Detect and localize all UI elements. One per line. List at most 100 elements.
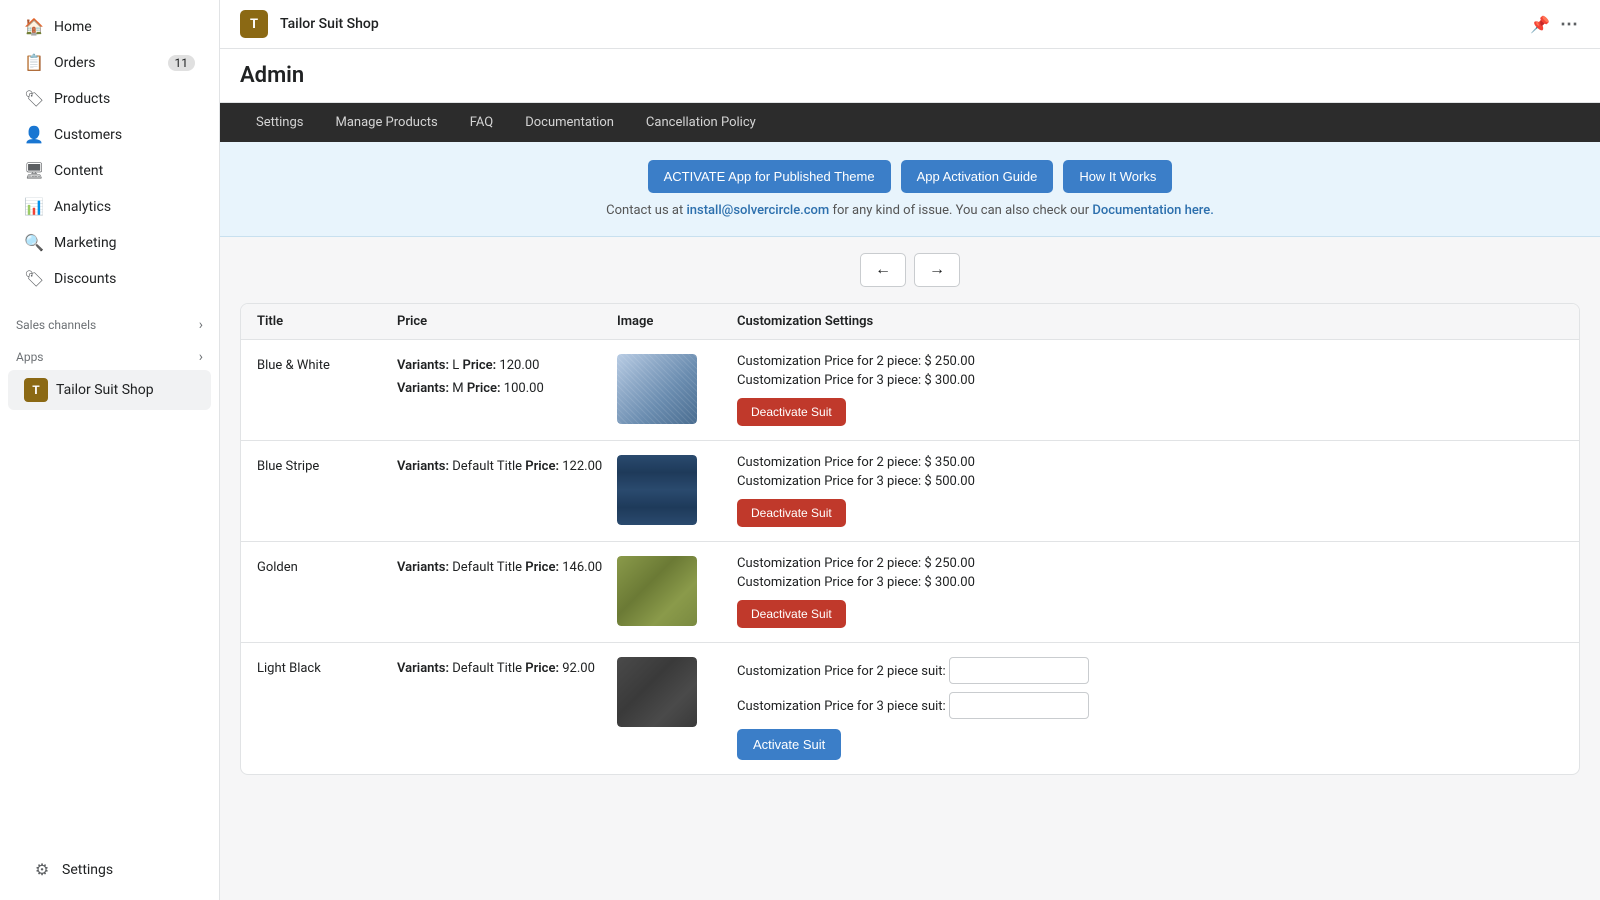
- pagination-bar: ← →: [220, 237, 1600, 303]
- sidebar-item-label: Home: [54, 19, 92, 35]
- apps-arrow[interactable]: ›: [199, 349, 203, 365]
- activation-guide-button[interactable]: App Activation Guide: [901, 160, 1054, 193]
- sidebar-item-label: Discounts: [54, 271, 116, 287]
- deactivate-blue-stripe-button[interactable]: Deactivate Suit: [737, 499, 846, 527]
- page-title: Admin: [240, 63, 1580, 88]
- product-image-blue-stripe: [617, 455, 697, 525]
- sidebar-item-content[interactable]: 🖥 Content: [8, 153, 211, 188]
- sales-channels-label: Sales channels: [16, 318, 96, 332]
- products-table: Title Price Image Customization Settings…: [240, 303, 1580, 775]
- customization-blue-stripe: Customization Price for 2 piece: $ 350.0…: [737, 455, 1563, 527]
- cust-price-2: Customization Price for 2 piece: $ 350.0…: [737, 455, 1563, 470]
- content-icon: 🖥: [24, 161, 44, 180]
- how-it-works-button[interactable]: How It Works: [1063, 160, 1172, 193]
- nav-item-faq[interactable]: FAQ: [454, 103, 509, 142]
- nav-item-settings[interactable]: Settings: [240, 103, 319, 142]
- content-area: ACTIVATE App for Published Theme App Act…: [220, 142, 1600, 900]
- contact-text: Contact us at: [606, 203, 683, 218]
- fabric-image-stripe: [617, 455, 697, 525]
- product-image-light-black: [617, 657, 697, 727]
- table-row: Blue & White Variants: L Price: 120.00 V…: [241, 340, 1579, 441]
- sidebar-settings-section: ⚙ Settings: [0, 839, 219, 900]
- cust-label-2: Customization Price for 2 piece suit:: [737, 657, 1563, 684]
- sidebar-item-settings[interactable]: ⚙ Settings: [16, 852, 203, 887]
- settings-icon: ⚙: [32, 860, 52, 879]
- product-image-blue-white: [617, 354, 697, 424]
- activate-suit-button[interactable]: Activate Suit: [737, 729, 841, 760]
- customers-icon: 👤: [24, 125, 44, 144]
- analytics-icon: 📊: [24, 197, 44, 216]
- deactivate-golden-button[interactable]: Deactivate Suit: [737, 600, 846, 628]
- products-icon: 🏷: [24, 89, 44, 108]
- customization-light-black: Customization Price for 2 piece suit: Cu…: [737, 657, 1563, 760]
- contact-email-link[interactable]: install@solvercircle.com: [686, 203, 832, 218]
- product-title-light-black: Light Black: [257, 657, 397, 676]
- fabric-image-blue: [617, 354, 697, 424]
- nav-item-manage-products[interactable]: Manage Products: [319, 103, 453, 142]
- topbar: T Tailor Suit Shop 📌 ⋯: [220, 0, 1600, 49]
- page-title-bar: Admin: [220, 49, 1600, 103]
- topbar-actions: 📌 ⋯: [1530, 14, 1580, 35]
- col-title: Title: [257, 314, 397, 329]
- pin-icon[interactable]: 📌: [1530, 15, 1550, 34]
- sidebar-item-label: Customers: [54, 127, 122, 143]
- sidebar-item-label: Orders: [54, 55, 96, 71]
- app-name-label: Tailor Suit Shop: [56, 382, 154, 398]
- sidebar-item-customers[interactable]: 👤 Customers: [8, 117, 211, 152]
- fabric-image-golden: [617, 556, 697, 626]
- col-image: Image: [617, 314, 737, 329]
- sidebar-item-home[interactable]: 🏠 Home: [8, 9, 211, 44]
- product-title-golden: Golden: [257, 556, 397, 575]
- product-price-blue-white: Variants: L Price: 120.00 Variants: M Pr…: [397, 354, 617, 401]
- sidebar-item-analytics[interactable]: 📊 Analytics: [8, 189, 211, 224]
- fabric-image-black: [617, 657, 697, 727]
- col-price: Price: [397, 314, 617, 329]
- nav-item-documentation[interactable]: Documentation: [509, 103, 630, 142]
- sidebar-item-label: Analytics: [54, 199, 111, 215]
- sidebar-item-orders[interactable]: 📋 Orders 11: [8, 45, 211, 80]
- documentation-link[interactable]: Documentation here.: [1092, 203, 1213, 218]
- orders-icon: 📋: [24, 53, 44, 72]
- banner-buttons: ACTIVATE App for Published Theme App Act…: [648, 160, 1173, 193]
- cust-price-3: Customization Price for 3 piece: $ 300.0…: [737, 575, 1563, 590]
- customization-golden: Customization Price for 2 piece: $ 250.0…: [737, 556, 1563, 628]
- product-price-blue-stripe: Variants: Default Title Price: 122.00: [397, 455, 617, 478]
- main-area: T Tailor Suit Shop 📌 ⋯ Admin Settings Ma…: [220, 0, 1600, 900]
- product-price-golden: Variants: Default Title Price: 146.00: [397, 556, 617, 579]
- sales-channels-arrow[interactable]: ›: [199, 317, 203, 333]
- sidebar-item-label: Content: [54, 163, 103, 179]
- banner-contact-info: Contact us at install@solvercircle.com f…: [606, 203, 1214, 218]
- apps-section: Apps ›: [0, 337, 219, 369]
- cust-input-3-piece[interactable]: [949, 692, 1089, 719]
- customization-blue-white: Customization Price for 2 piece: $ 250.0…: [737, 354, 1563, 426]
- more-icon[interactable]: ⋯: [1560, 14, 1580, 35]
- prev-page-button[interactable]: ←: [860, 253, 906, 287]
- app-nav: Settings Manage Products FAQ Documentati…: [220, 103, 1600, 142]
- sidebar-item-label: Marketing: [54, 235, 117, 251]
- sidebar-item-marketing[interactable]: 🔍 Marketing: [8, 225, 211, 260]
- cust-input-2-piece[interactable]: [949, 657, 1089, 684]
- marketing-icon: 🔍: [24, 233, 44, 252]
- table-row: Blue Stripe Variants: Default Title Pric…: [241, 441, 1579, 542]
- app-logo-icon: T: [24, 378, 48, 402]
- nav-item-cancellation[interactable]: Cancellation Policy: [630, 103, 772, 142]
- table-header: Title Price Image Customization Settings: [241, 304, 1579, 340]
- cust-price-2: Customization Price for 2 piece: $ 250.0…: [737, 354, 1563, 369]
- orders-badge: 11: [168, 55, 196, 71]
- sidebar: 🏠 Home 📋 Orders 11 🏷 Products 👤 Customer…: [0, 0, 220, 900]
- sales-channels-section: Sales channels ›: [0, 305, 219, 337]
- settings-label: Settings: [62, 862, 113, 878]
- sidebar-app-tailor[interactable]: T Tailor Suit Shop: [8, 370, 211, 410]
- table-row: Golden Variants: Default Title Price: 14…: [241, 542, 1579, 643]
- activate-app-button[interactable]: ACTIVATE App for Published Theme: [648, 160, 891, 193]
- activation-banner: ACTIVATE App for Published Theme App Act…: [220, 142, 1600, 237]
- next-page-button[interactable]: →: [914, 253, 960, 287]
- deactivate-blue-white-button[interactable]: Deactivate Suit: [737, 398, 846, 426]
- sidebar-item-label: Products: [54, 91, 110, 107]
- table-row: Light Black Variants: Default Title Pric…: [241, 643, 1579, 774]
- cust-price-3: Customization Price for 3 piece: $ 500.0…: [737, 474, 1563, 489]
- home-icon: 🏠: [24, 17, 44, 36]
- sidebar-item-products[interactable]: 🏷 Products: [8, 81, 211, 116]
- sidebar-item-discounts[interactable]: 🏷 Discounts: [8, 261, 211, 296]
- product-title-blue-white: Blue & White: [257, 354, 397, 373]
